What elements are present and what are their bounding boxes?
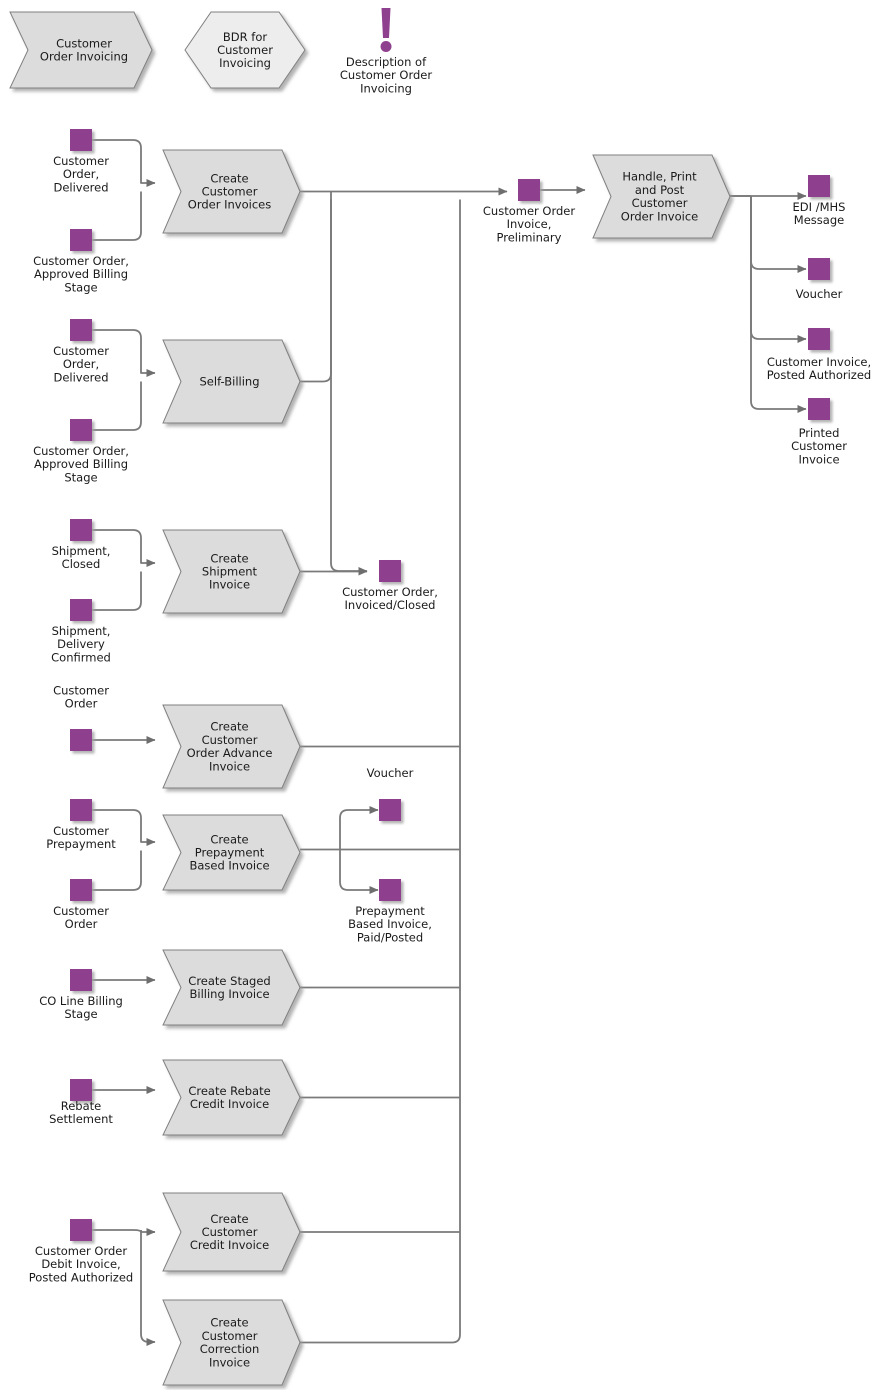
object-label-customer-order-invoice-preliminary: Customer Order Invoice, Preliminary	[483, 204, 575, 244]
object-label-rebate-settlement: Rebate Settlement	[49, 1099, 113, 1126]
svg-text:Customer Order,Approved Billin: Customer Order, Approved Billing Stage	[33, 254, 129, 294]
svg-text:Customer Invoice,Posted Author: Customer Invoice, Posted Authorized	[767, 355, 871, 382]
object-customer-order-approved-billing-stage-2[interactable]	[70, 419, 92, 441]
bdr-hexagon-label: BDR for Customer Invoicing	[217, 29, 273, 69]
object-label-customer-invoice-posted-authorized: Customer Invoice, Posted Authorized	[767, 355, 871, 382]
object-customer-order-prepay[interactable]	[70, 879, 92, 901]
svg-text:PrintedCustomerInvoice: Printed Customer Invoice	[791, 426, 847, 466]
svg-text:Customer OrderInvoice,Prelimin: Customer Order Invoice, Preliminary	[483, 204, 575, 244]
conn-prepay-to-paidposted	[339, 849, 379, 894]
object-printed-customer-invoice[interactable]	[808, 398, 830, 420]
svg-text:Self-Billing: Self-Billing	[200, 374, 260, 388]
conn-shipment-delivery	[92, 571, 142, 611]
object-label-printed-customer-invoice: Printed Customer Invoice	[791, 426, 847, 466]
object-customer-order-delivered-1[interactable]	[70, 129, 92, 151]
conn-debit-to-correction	[140, 1230, 156, 1346]
label-layer: Customer Order InvoicingBDR for Customer In…	[29, 29, 871, 1368]
svg-text:Create RebateCredit Invoice: Create Rebate Credit Invoice	[188, 1083, 270, 1110]
object-prepayment-based-invoice-paid-posted[interactable]	[379, 879, 401, 901]
conn-trunkA-to-invoiced-closed	[330, 191, 368, 575]
activity-label-create-rebate-credit-invoice: Create Rebate Credit Invoice	[188, 1083, 270, 1110]
conn-debit-to-credit	[92, 1228, 156, 1236]
object-label-customer-order-debit-invoice-posted-authorized: Customer Order Debit Invoice, Posted Autho…	[29, 1244, 133, 1284]
object-label-shipment-closed: Shipment, Closed	[52, 544, 111, 571]
svg-text:Voucher: Voucher	[796, 287, 843, 301]
object-label-customer-order-delivered-2: Customer Order, Delivered	[53, 344, 109, 384]
object-co-line-billing-stage[interactable]	[70, 969, 92, 991]
svg-text:Voucher: Voucher	[367, 766, 414, 780]
svg-text:CO Line BillingStage: CO Line Billing Stage	[39, 994, 123, 1021]
svg-text:Shipment,Closed: Shipment, Closed	[52, 544, 111, 571]
svg-text:PrepaymentBased Invoice,Paid/P: Prepayment Based Invoice, Paid/Posted	[348, 904, 432, 944]
object-label-edi-mhs-message: EDI /MHS Message	[793, 200, 846, 227]
svg-text:CustomerOrder,Delivered: Customer Order, Delivered	[53, 344, 109, 384]
object-label-customer-order-invoiced-closed: Customer Order, Invoiced/Closed	[342, 585, 438, 612]
activity-label-handle-print-and-post-customer-order-invoice: Handle, Print and Post Customer Order Invoi…	[621, 169, 698, 223]
object-customer-order-invoiced-closed[interactable]	[379, 560, 401, 582]
object-label-co-line-billing-stage: CO Line Billing Stage	[39, 994, 123, 1021]
object-customer-prepayment[interactable]	[70, 799, 92, 821]
object-label-prepayment-based-invoice-paid-posted: Prepayment Based Invoice, Paid/Posted	[348, 904, 432, 944]
object-label-customer-order-advance: Customer Order	[53, 683, 109, 710]
object-label-shipment-delivery-confirmed: Shipment, Delivery Confirmed	[51, 624, 111, 664]
object-customer-order-debit-invoice-posted-authorized[interactable]	[70, 1219, 92, 1241]
object-label-customer-order-prepay: Customer Order	[53, 904, 109, 931]
svg-text:CustomerPrepayment: Customer Prepayment	[46, 824, 116, 851]
object-customer-order-advance[interactable]	[70, 729, 92, 751]
conn-prepay-to-voucher	[339, 806, 379, 850]
object-shipment-delivery-confirmed[interactable]	[70, 599, 92, 621]
svg-text:Shipment,DeliveryConfirmed: Shipment, Delivery Confirmed	[51, 624, 111, 664]
object-label-voucher-output: Voucher	[796, 287, 843, 301]
activity-label-self-billing: Self-Billing	[200, 374, 260, 388]
object-voucher-output[interactable]	[808, 258, 830, 280]
object-label-customer-order-delivered-1: Customer Order, Delivered	[53, 154, 109, 194]
exclamation-icon	[380, 8, 392, 52]
svg-text:EDI /MHSMessage: EDI /MHS Message	[793, 200, 846, 227]
object-label-voucher-prepay: Voucher	[367, 766, 414, 780]
shape-layer	[9, 8, 830, 1386]
svg-text:Create StagedBilling Invoice: Create Staged Billing Invoice	[188, 973, 270, 1000]
activity-label-create-staged-billing-invoice: Create Staged Billing Invoice	[188, 973, 270, 1000]
object-customer-invoice-posted-authorized[interactable]	[808, 328, 830, 350]
process-flow-diagram: Customer Order Invoicing BDR for Customer In…	[0, 0, 884, 1390]
object-label-customer-order-approved-billing-stage-1: Customer Order, Approved Billing Stage	[33, 254, 129, 294]
svg-text:CustomerOrder: Customer Order	[53, 904, 109, 931]
svg-text:Handle, Printand PostCustomerO: Handle, Print and Post Customer Order Invoi…	[621, 169, 698, 223]
svg-text:CustomerOrder,Delivered: Customer Order, Delivered	[53, 154, 109, 194]
conn-co-billing-2	[92, 381, 142, 431]
object-customer-order-approved-billing-stage-1[interactable]	[70, 229, 92, 251]
svg-text:RebateSettlement: Rebate Settlement	[49, 1099, 113, 1126]
diagram-canvas: Customer Order InvoicingBDR for Customer In…	[9, 8, 871, 1386]
svg-text:Description ofCustomer OrderIn: Description of Customer Order Invoicing	[340, 55, 432, 95]
object-customer-order-invoice-preliminary[interactable]	[518, 179, 540, 201]
object-shipment-closed[interactable]	[70, 519, 92, 541]
object-voucher-prepay[interactable]	[379, 799, 401, 821]
description-label: Description of Customer Order Invoicing	[340, 55, 432, 95]
object-label-customer-prepayment: Customer Prepayment	[46, 824, 116, 851]
object-customer-order-delivered-2[interactable]	[70, 319, 92, 341]
svg-text:Customer Order,Invoiced/Closed: Customer Order, Invoiced/Closed	[342, 585, 438, 612]
object-label-customer-order-approved-billing-stage-2: Customer Order, Approved Billing Stage	[33, 444, 129, 484]
svg-text:BDR forCustomerInvoicing: BDR for Customer Invoicing	[217, 29, 273, 69]
conn-selfbilling-to-trunkA	[300, 199, 332, 383]
object-edi-mhs-message[interactable]	[808, 175, 830, 197]
svg-text:Customer OrderDebit Invoice,Po: Customer Order Debit Invoice, Posted Autho…	[29, 1244, 133, 1284]
svg-text:CustomerOrder: Customer Order	[53, 683, 109, 710]
conn-prepay-2	[92, 850, 142, 891]
svg-text:Customer Order,Approved Billin: Customer Order, Approved Billing Stage	[33, 444, 129, 484]
conn-co-billing-1	[92, 191, 142, 241]
